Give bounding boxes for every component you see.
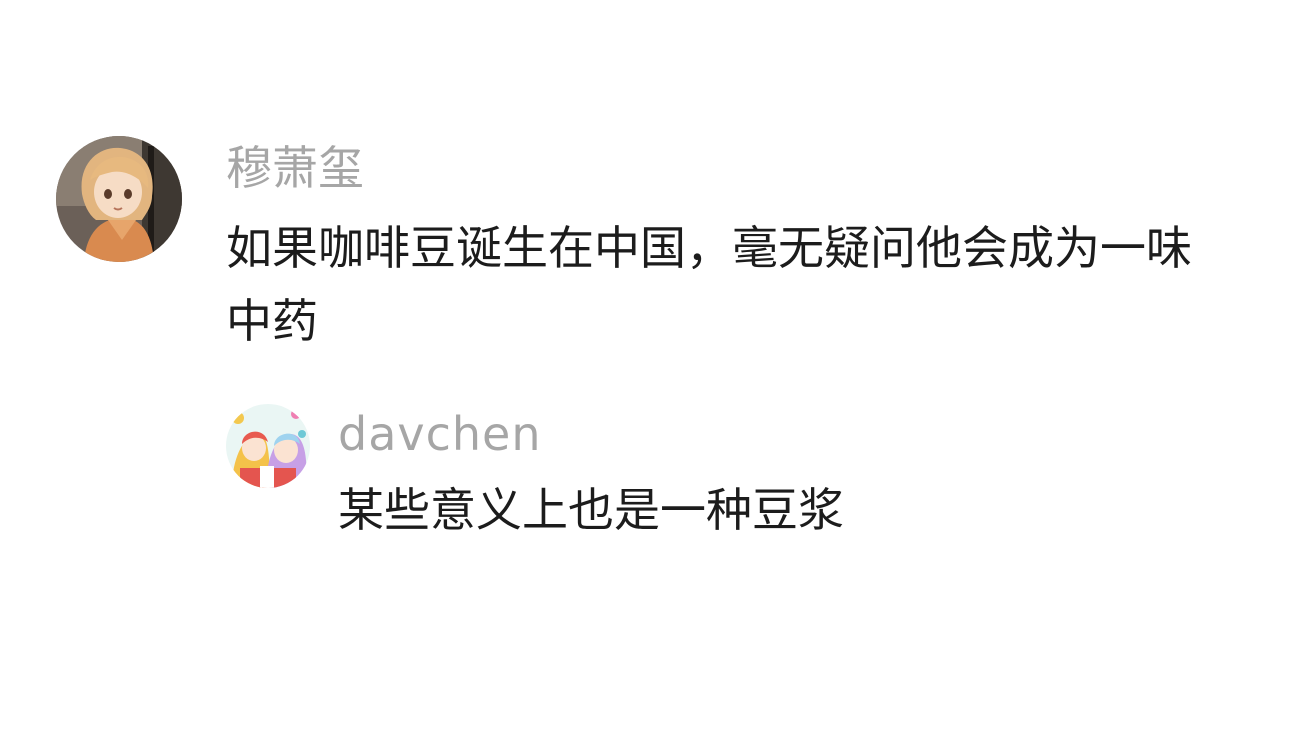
comment-text: 如果咖啡豆诞生在中国，毫无疑问他会成为一味中药	[226, 221, 1192, 348]
username[interactable]: 穆萧玺	[226, 140, 364, 196]
anime-character-avatar-icon	[56, 136, 182, 262]
reply-username[interactable]: davchen	[338, 406, 542, 462]
reply-text: 某些意义上也是一种豆浆	[338, 483, 844, 537]
reply: davchen 某些意义上也是一种豆浆	[226, 404, 1126, 554]
anime-duo-avatar-icon	[226, 404, 310, 488]
reply-user-avatar[interactable]	[226, 404, 310, 488]
user-avatar[interactable]	[56, 136, 182, 262]
